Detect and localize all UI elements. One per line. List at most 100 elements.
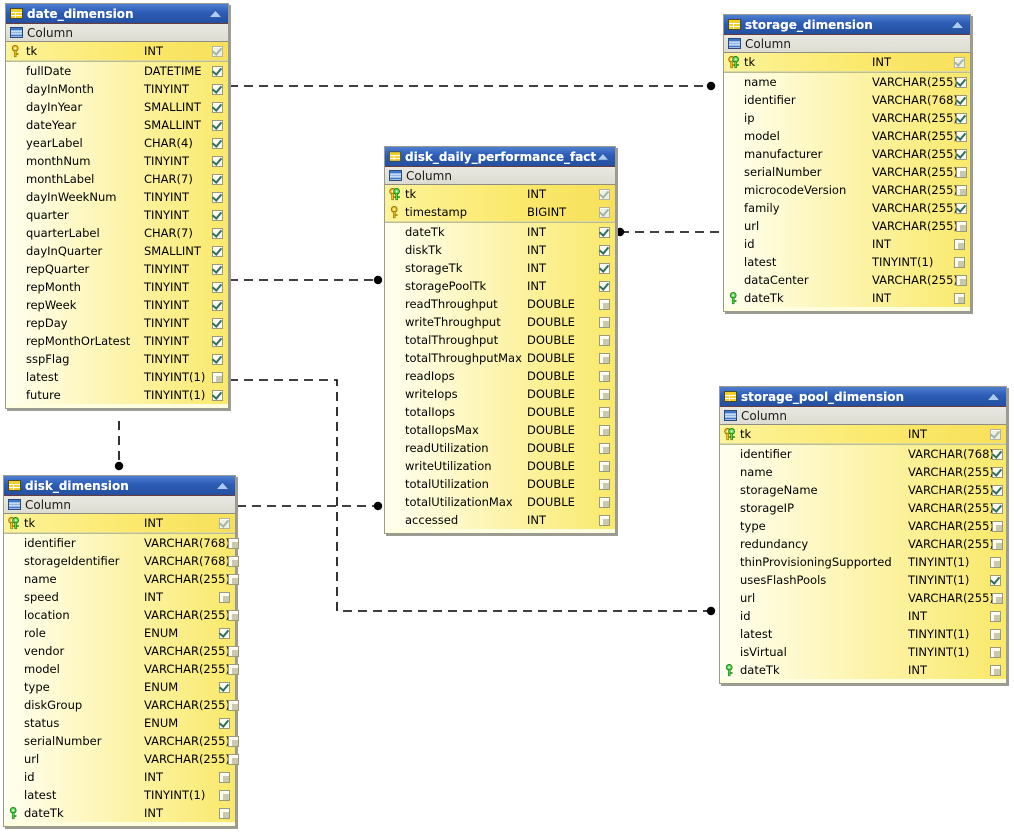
column-checkbox[interactable] bbox=[213, 591, 235, 603]
column-row[interactable]: microcodeVersion VARCHAR(255) bbox=[724, 181, 970, 199]
column-row[interactable]: speed INT bbox=[4, 588, 235, 606]
column-checkbox[interactable] bbox=[950, 166, 972, 178]
column-row[interactable]: writeThroughput DOUBLE bbox=[385, 313, 615, 331]
column-checkbox[interactable] bbox=[206, 227, 228, 239]
column-row[interactable]: repWeek TINYINT bbox=[6, 296, 228, 314]
column-row[interactable]: tk INT bbox=[6, 42, 228, 60]
column-checkbox[interactable] bbox=[986, 502, 1008, 514]
column-checkbox[interactable] bbox=[593, 496, 615, 508]
column-row[interactable]: dateTk INT bbox=[724, 289, 970, 307]
column-row[interactable]: identifier VARCHAR(768) bbox=[720, 445, 1006, 463]
column-checkbox[interactable] bbox=[213, 789, 235, 801]
column-checkbox[interactable] bbox=[948, 256, 970, 268]
column-row[interactable]: tk INT bbox=[385, 185, 615, 203]
column-checkbox[interactable] bbox=[593, 280, 615, 292]
column-row[interactable]: ip VARCHAR(255) bbox=[724, 109, 970, 127]
collapse-icon[interactable] bbox=[208, 8, 223, 19]
column-row[interactable]: tk INT bbox=[724, 53, 970, 71]
table-title-bar[interactable]: storage_pool_dimension bbox=[720, 387, 1006, 407]
column-checkbox[interactable] bbox=[984, 664, 1006, 676]
column-checkbox[interactable] bbox=[950, 184, 972, 196]
column-checkbox[interactable] bbox=[213, 717, 235, 729]
column-row[interactable]: quarter TINYINT bbox=[6, 206, 228, 224]
column-row[interactable]: url VARCHAR(255) bbox=[4, 750, 239, 768]
column-row[interactable]: monthNum TINYINT bbox=[6, 152, 228, 170]
column-checkbox[interactable] bbox=[206, 389, 228, 401]
column-row[interactable]: dataCenter VARCHAR(255) bbox=[724, 271, 970, 289]
column-row[interactable]: latest TINYINT(1) bbox=[720, 625, 1006, 643]
collapse-icon[interactable] bbox=[986, 391, 1001, 402]
column-row[interactable]: dateYear SMALLINT bbox=[6, 116, 228, 134]
column-checkbox[interactable] bbox=[206, 137, 228, 149]
column-checkbox[interactable] bbox=[986, 538, 1008, 550]
column-checkbox[interactable] bbox=[206, 299, 228, 311]
column-checkbox[interactable] bbox=[950, 274, 972, 286]
column-row[interactable]: totalUtilizationMax DOUBLE bbox=[385, 493, 615, 511]
column-row[interactable]: manufacturer VARCHAR(255) bbox=[724, 145, 970, 163]
column-checkbox[interactable] bbox=[206, 155, 228, 167]
column-row[interactable]: dayInWeekNum TINYINT bbox=[6, 188, 228, 206]
column-checkbox[interactable] bbox=[222, 645, 244, 657]
column-checkbox[interactable] bbox=[206, 65, 228, 77]
table-date_dimension[interactable]: date_dimension Column tk INT fullDate DATETIM… bbox=[5, 3, 229, 409]
column-checkbox[interactable] bbox=[222, 663, 244, 675]
column-row[interactable]: vendor VARCHAR(255) bbox=[4, 642, 239, 660]
column-row[interactable]: serialNumber VARCHAR(255) bbox=[4, 732, 239, 750]
table-title-bar[interactable]: storage_dimension bbox=[724, 15, 970, 35]
column-row[interactable]: repMonthOrLatest TINYINT bbox=[6, 332, 228, 350]
column-row[interactable]: diskTk INT bbox=[385, 241, 615, 259]
column-checkbox[interactable] bbox=[206, 119, 228, 131]
column-checkbox[interactable] bbox=[213, 681, 235, 693]
column-row[interactable]: totalIops DOUBLE bbox=[385, 403, 615, 421]
column-checkbox[interactable] bbox=[206, 209, 228, 221]
column-checkbox[interactable] bbox=[222, 609, 244, 621]
column-row[interactable]: latest TINYINT(1) bbox=[724, 253, 970, 271]
column-checkbox[interactable] bbox=[984, 610, 1006, 622]
column-checkbox[interactable] bbox=[222, 699, 244, 711]
column-row[interactable]: usesFlashPools TINYINT(1) bbox=[720, 571, 1006, 589]
column-checkbox[interactable] bbox=[593, 316, 615, 328]
column-row[interactable]: totalUtilization DOUBLE bbox=[385, 475, 615, 493]
column-checkbox[interactable] bbox=[950, 76, 972, 88]
column-checkbox[interactable] bbox=[593, 514, 615, 526]
column-checkbox[interactable] bbox=[206, 45, 228, 57]
column-row[interactable]: id INT bbox=[720, 607, 1006, 625]
column-checkbox[interactable] bbox=[593, 406, 615, 418]
column-checkbox[interactable] bbox=[593, 370, 615, 382]
column-checkbox[interactable] bbox=[948, 56, 970, 68]
column-row[interactable]: repMonth TINYINT bbox=[6, 278, 228, 296]
column-checkbox[interactable] bbox=[593, 262, 615, 274]
column-row[interactable]: model VARCHAR(255) bbox=[724, 127, 970, 145]
column-checkbox[interactable] bbox=[593, 460, 615, 472]
column-row[interactable]: future TINYINT(1) bbox=[6, 386, 228, 404]
column-checkbox[interactable] bbox=[206, 335, 228, 347]
column-checkbox[interactable] bbox=[213, 627, 235, 639]
column-row[interactable]: name VARCHAR(255) bbox=[720, 463, 1006, 481]
column-row[interactable]: model VARCHAR(255) bbox=[4, 660, 239, 678]
column-row[interactable]: tk INT bbox=[720, 425, 1006, 443]
column-checkbox[interactable] bbox=[986, 448, 1008, 460]
column-row[interactable]: storageTk INT bbox=[385, 259, 615, 277]
column-checkbox[interactable] bbox=[593, 334, 615, 346]
column-row[interactable]: latest TINYINT(1) bbox=[6, 368, 228, 386]
column-section-header[interactable]: Column bbox=[724, 35, 970, 53]
column-row[interactable]: yearLabel CHAR(4) bbox=[6, 134, 228, 152]
column-checkbox[interactable] bbox=[213, 517, 235, 529]
column-row[interactable]: id INT bbox=[724, 235, 970, 253]
column-checkbox[interactable] bbox=[950, 148, 972, 160]
column-row[interactable]: identifier VARCHAR(768) bbox=[4, 534, 239, 552]
column-checkbox[interactable] bbox=[222, 573, 244, 585]
column-row[interactable]: url VARCHAR(255) bbox=[724, 217, 970, 235]
column-checkbox[interactable] bbox=[950, 220, 972, 232]
column-row[interactable]: dayInMonth TINYINT bbox=[6, 80, 228, 98]
column-checkbox[interactable] bbox=[206, 101, 228, 113]
column-checkbox[interactable] bbox=[206, 245, 228, 257]
column-checkbox[interactable] bbox=[222, 555, 244, 567]
column-row[interactable]: status ENUM bbox=[4, 714, 235, 732]
column-checkbox[interactable] bbox=[593, 206, 615, 218]
column-row[interactable]: readUtilization DOUBLE bbox=[385, 439, 615, 457]
column-checkbox[interactable] bbox=[950, 94, 972, 106]
table-title-bar[interactable]: date_dimension bbox=[6, 4, 228, 24]
column-checkbox[interactable] bbox=[593, 244, 615, 256]
column-checkbox[interactable] bbox=[984, 574, 1006, 586]
